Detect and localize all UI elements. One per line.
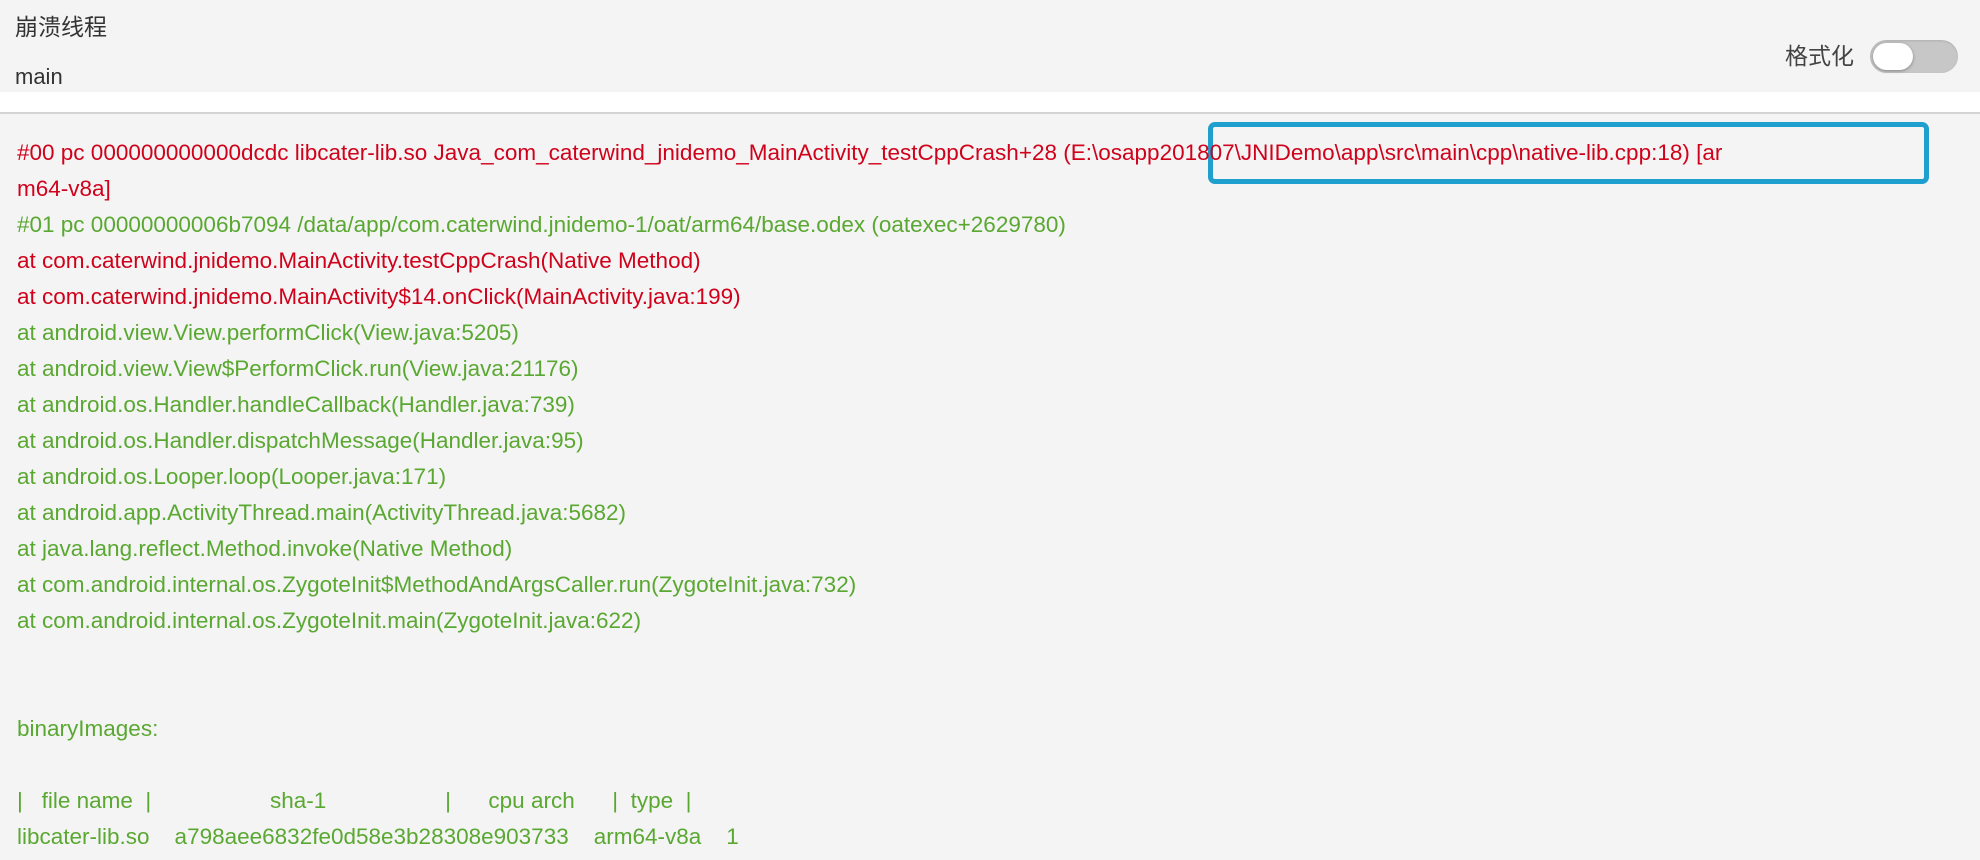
stack-frame: #01 pc 00000000006b7094 /data/app/com.ca… — [17, 212, 1066, 237]
crash-thread-header: 崩溃线程 main 格式化 — [0, 0, 1980, 92]
binary-images-row: libcater-lib.so a798aee6832fe0d58e3b2830… — [17, 824, 739, 849]
stack-frame-0: #00 pc 000000000000dcdc libcater-lib.so … — [17, 135, 1965, 171]
stack-frame-0-source-path: (E:\osapp201807\JNIDemo\app\src\main\cpp… — [1063, 140, 1690, 165]
stack-trace: #00 pc 000000000000dcdc libcater-lib.so … — [17, 135, 1965, 855]
stack-frame: at android.view.View$PerformClick.run(Vi… — [17, 356, 579, 381]
stack-frame-0-arch: [ar — [1696, 140, 1723, 165]
stack-frames-list: #01 pc 00000000006b7094 /data/app/com.ca… — [17, 207, 1965, 639]
stack-frame: at java.lang.reflect.Method.invoke(Nativ… — [17, 536, 513, 561]
stack-frame: at android.view.View.performClick(View.j… — [17, 320, 519, 345]
header-divider — [0, 92, 1980, 114]
format-label: 格式化 — [1785, 43, 1854, 69]
stack-frame: at com.android.internal.os.ZygoteInit$Me… — [17, 572, 857, 597]
binary-images-title: binaryImages: — [17, 716, 159, 741]
stack-frame: at android.os.Handler.dispatchMessage(Ha… — [17, 428, 584, 453]
stack-frame-0-main: #00 pc 000000000000dcdc libcater-lib.so … — [17, 140, 1057, 165]
crash-thread-title: 崩溃线程 — [15, 14, 107, 40]
stack-frame: at android.os.Handler.handleCallback(Han… — [17, 392, 575, 417]
stack-frame-0-continued: m64-v8a] — [17, 176, 111, 201]
stack-frame: at com.caterwind.jnidemo.MainActivity$14… — [17, 284, 741, 309]
format-toggle-knob — [1873, 43, 1913, 70]
format-toggle[interactable] — [1870, 40, 1958, 73]
binary-images-rows: libcater-lib.so a798aee6832fe0d58e3b2830… — [17, 819, 1965, 855]
stack-frame: at com.android.internal.os.ZygoteInit.ma… — [17, 608, 642, 633]
stack-frame: at com.caterwind.jnidemo.MainActivity.te… — [17, 248, 701, 273]
binary-images-table-header: | file name | sha-1 | cpu arch | type | — [17, 788, 692, 813]
crash-thread-name: main — [15, 64, 63, 89]
stack-frame: at android.os.Looper.loop(Looper.java:17… — [17, 464, 447, 489]
stack-frame: at android.app.ActivityThread.main(Activ… — [17, 500, 627, 525]
